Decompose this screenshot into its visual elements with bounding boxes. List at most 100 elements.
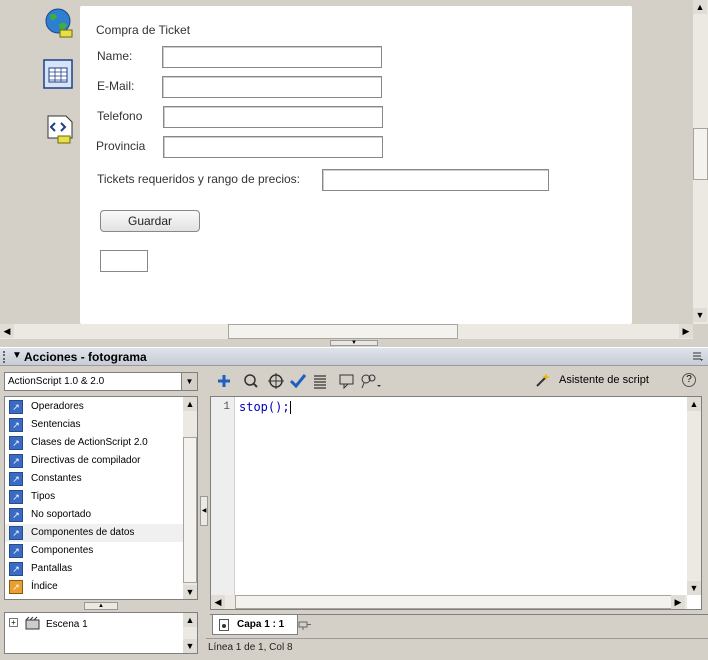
- panel-menu-icon[interactable]: [692, 351, 704, 362]
- add-item-icon[interactable]: [216, 373, 234, 389]
- collapse-arrow-icon[interactable]: ▼: [330, 340, 378, 346]
- toolbox-scrollbar[interactable]: ▲ ▼: [183, 397, 197, 599]
- pin-script-icon[interactable]: [298, 618, 312, 631]
- list-item[interactable]: ↗ Componentes de datos: [5, 524, 183, 542]
- script-assist-button[interactable]: Asistente de script: [559, 374, 649, 386]
- index-icon: ↗: [9, 580, 23, 594]
- tickets-field[interactable]: [322, 169, 549, 191]
- panel-splitter[interactable]: ▼: [0, 340, 708, 346]
- book-icon: ↗: [9, 454, 23, 468]
- editor-vertical-scrollbar[interactable]: ▲ ▼: [687, 397, 701, 595]
- language-select-value: ActionScript 1.0 & 2.0: [8, 376, 105, 387]
- splitter-up-icon[interactable]: ▲: [84, 602, 118, 610]
- collapse-triangle-icon[interactable]: ▼: [12, 350, 22, 361]
- book-icon: ↗: [9, 508, 23, 522]
- debug-options-icon[interactable]: [360, 373, 381, 389]
- email-label: E-Mail:: [97, 79, 135, 93]
- list-item[interactable]: ↗ Tipos: [5, 488, 183, 506]
- telefono-field[interactable]: [163, 106, 383, 128]
- status-bar: Línea 1 de 1, Col 8: [206, 638, 708, 656]
- list-item[interactable]: ↗ Constantes: [5, 470, 183, 488]
- toolbox-scroll-thumb[interactable]: [183, 437, 197, 583]
- find-icon[interactable]: [242, 373, 260, 389]
- list-item[interactable]: ↗ Clases de ActionScript 2.0: [5, 434, 183, 452]
- telefono-label: Telefono: [97, 109, 143, 123]
- list-item[interactable]: ↗ No soportado: [5, 506, 183, 524]
- auto-format-icon[interactable]: [311, 373, 329, 389]
- navigator-scrollbar[interactable]: ▲ ▼: [183, 613, 197, 653]
- list-item[interactable]: ↗ Sentencias: [5, 416, 183, 434]
- scroll-up-icon[interactable]: ▲: [183, 397, 197, 411]
- scroll-down-icon[interactable]: ▼: [693, 308, 707, 322]
- provincia-label: Provincia: [96, 139, 146, 153]
- code-hint-icon[interactable]: [338, 373, 356, 390]
- splitter-left-icon[interactable]: ◀: [200, 496, 208, 526]
- list-item[interactable]: ↗ Componentes: [5, 542, 183, 560]
- horizontal-scroll-thumb[interactable]: [228, 324, 458, 339]
- check-syntax-icon[interactable]: [289, 373, 307, 389]
- language-select[interactable]: ActionScript 1.0 & 2.0 ▼: [4, 372, 198, 391]
- help-icon[interactable]: ?: [682, 373, 696, 387]
- grip-icon[interactable]: [3, 351, 9, 363]
- code-component-icon[interactable]: [42, 112, 76, 146]
- tab-label: Capa 1 : 1: [237, 619, 285, 630]
- scroll-up-icon[interactable]: ▲: [687, 397, 701, 411]
- scroll-up-icon[interactable]: ▲: [693, 0, 707, 14]
- panel-title: Acciones - fotograma: [24, 350, 147, 364]
- line-number-gutter: 1: [211, 397, 235, 597]
- scroll-right-icon[interactable]: ▶: [671, 595, 685, 609]
- actions-toolbar: Asistente de script ?: [210, 370, 708, 392]
- target-path-icon[interactable]: [267, 373, 285, 389]
- stage-vertical-scrollbar[interactable]: ▲ ▼: [693, 0, 708, 324]
- name-field[interactable]: [162, 46, 382, 68]
- name-label: Name:: [97, 49, 133, 63]
- tickets-label: Tickets requeridos y rango de precios:: [97, 172, 300, 186]
- editor-horizontal-scrollbar[interactable]: ◀ ▶: [211, 595, 687, 609]
- email-field[interactable]: [162, 76, 382, 98]
- stage-canvas[interactable]: Compra de Ticket Name: E-Mail: Telefono …: [80, 6, 632, 324]
- stage-horizontal-scrollbar[interactable]: ◀ ▶: [0, 324, 693, 339]
- scene-label[interactable]: Escena 1: [46, 619, 88, 630]
- globe-component-icon[interactable]: [42, 6, 76, 40]
- actions-panel-header[interactable]: ▼ Acciones - fotograma: [0, 347, 708, 366]
- code-line[interactable]: stop();: [239, 400, 291, 414]
- chevron-down-icon[interactable]: ▼: [181, 373, 197, 390]
- list-item[interactable]: ↗ Índice: [5, 578, 183, 596]
- book-icon: ↗: [9, 526, 23, 540]
- expand-icon[interactable]: +: [9, 618, 18, 627]
- magic-wand-icon[interactable]: [534, 372, 550, 388]
- scroll-right-icon[interactable]: ▶: [679, 324, 693, 338]
- tab-capa-1[interactable]: Capa 1 : 1: [212, 615, 298, 635]
- guardar-button[interactable]: Guardar: [100, 210, 200, 232]
- scroll-down-icon[interactable]: ▼: [183, 639, 197, 653]
- book-icon: ↗: [9, 562, 23, 576]
- book-icon: ↗: [9, 544, 23, 558]
- script-navigator: + Escena 1 ▲ ▼: [4, 612, 198, 654]
- scroll-left-icon[interactable]: ◀: [211, 595, 225, 609]
- scroll-down-icon[interactable]: ▼: [183, 585, 197, 599]
- grid-component-icon[interactable]: [42, 58, 76, 92]
- script-tab-bar: Capa 1 : 1: [210, 614, 708, 636]
- list-item[interactable]: ↗ Directivas de compilador: [5, 452, 183, 470]
- script-editor[interactable]: 1 stop(); ▲ ▼ ◀ ▶: [210, 396, 702, 610]
- vertical-scroll-thumb[interactable]: [693, 128, 708, 180]
- status-text: Línea 1 de 1, Col 8: [208, 642, 293, 653]
- stage-area: Compra de Ticket Name: E-Mail: Telefono …: [0, 0, 708, 340]
- list-item[interactable]: ↗ Pantallas: [5, 560, 183, 578]
- book-icon: ↗: [9, 436, 23, 450]
- text-caret: [289, 401, 291, 414]
- book-icon: ↗: [9, 472, 23, 486]
- editor-h-scroll-thumb[interactable]: [235, 595, 679, 609]
- scroll-left-icon[interactable]: ◀: [0, 324, 14, 338]
- scroll-up-icon[interactable]: ▲: [183, 613, 197, 627]
- code-text: stop();: [239, 400, 290, 414]
- actions-toolbox: ↗ Operadores ↗ Sentencias ↗ Clases de Actio…: [4, 396, 198, 600]
- vertical-splitter[interactable]: ◀: [200, 396, 208, 656]
- provincia-field[interactable]: [163, 136, 383, 158]
- list-item[interactable]: ↗ Operadores: [5, 398, 183, 416]
- line-number: 1: [223, 401, 230, 413]
- scroll-down-icon[interactable]: ▼: [687, 581, 701, 595]
- form-title: Compra de Ticket: [96, 23, 191, 37]
- small-input-box[interactable]: [100, 250, 148, 272]
- scene-icon: [25, 616, 41, 630]
